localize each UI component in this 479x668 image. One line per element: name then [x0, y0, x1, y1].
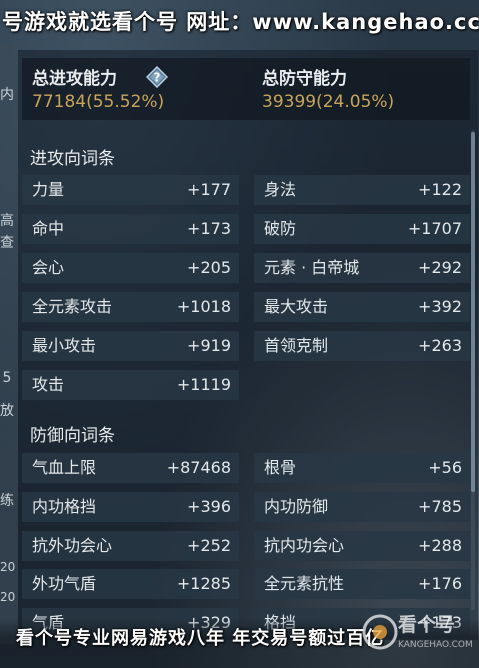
- stat-row: 攻击 +1119: [22, 370, 239, 400]
- logo-url: KANGEHAO.COM: [398, 640, 473, 650]
- bottom-watermark: 看个号专业网易游戏八年 年交易号额过百亿: [16, 628, 385, 649]
- stat-row: 内功防御 +785: [254, 492, 470, 522]
- stat-value: +1018: [176, 297, 231, 316]
- stat-value: +263: [418, 336, 462, 355]
- stat-row: 内功格挡 +396: [22, 492, 239, 522]
- stat-row: 元素 · 白帝城 +292: [254, 253, 470, 283]
- stat-value: +173: [187, 219, 231, 238]
- total-defense-label: 总防守能力: [262, 69, 347, 89]
- stat-row: 力量 +177: [22, 175, 239, 205]
- stat-name: 元素 · 白帝城: [264, 258, 360, 277]
- left-strip-char: 放: [0, 403, 14, 419]
- stat-value: +56: [428, 458, 462, 477]
- stat-value: +252: [187, 536, 231, 555]
- stat-value: +785: [418, 497, 462, 516]
- stat-name: 破防: [264, 219, 297, 238]
- stat-row: 会心 +205: [22, 253, 239, 283]
- total-attack-value: 77184(55.52%): [32, 92, 165, 112]
- stat-row: 破防 +1707: [254, 214, 470, 244]
- scrollbar-thumb[interactable]: [471, 132, 475, 492]
- stat-name: 首领克制: [264, 336, 329, 355]
- stat-name: 最大攻击: [264, 297, 329, 316]
- stat-value: +292: [418, 258, 462, 277]
- left-strip-char: 查: [0, 235, 14, 251]
- stat-row: 全元素抗性 +176: [254, 569, 470, 599]
- stat-name: 气血上限: [32, 458, 97, 477]
- left-strip-char: 5: [2, 370, 12, 386]
- left-strip-char: 20: [0, 590, 16, 604]
- stat-value: +1707: [407, 219, 462, 238]
- stat-value: +205: [187, 258, 231, 277]
- stat-name: 命中: [32, 219, 65, 238]
- stat-value: +919: [187, 336, 231, 355]
- left-strip-char: 20: [0, 560, 16, 574]
- stat-row: 抗外功会心 +252: [22, 531, 239, 561]
- stat-row: 全元素攻击 +1018: [22, 292, 239, 322]
- stat-name: 全元素抗性: [264, 574, 345, 593]
- stat-row: 抗内功会心 +288: [254, 531, 470, 561]
- stat-row: 外功气盾 +1285: [22, 569, 239, 599]
- stat-name: 会心: [32, 258, 65, 277]
- stat-row: 身法 +122: [254, 175, 470, 205]
- stat-row: 首领克制 +263: [254, 331, 470, 361]
- stat-name: 内功格挡: [32, 497, 97, 516]
- stat-value: +392: [418, 297, 462, 316]
- stat-name: 全元素攻击: [32, 297, 113, 316]
- top-watermark: 号游戏就选看个号 网址：www.kangehao.cc: [2, 10, 479, 34]
- attack-section-title: 进攻向词条: [30, 149, 115, 169]
- stat-name: 攻击: [32, 375, 65, 394]
- stat-name: 身法: [264, 180, 297, 199]
- stat-row: 命中 +173: [22, 214, 239, 244]
- stat-name: 抗外功会心: [32, 536, 113, 555]
- stat-value: +176: [418, 574, 462, 593]
- stat-name: 根骨: [264, 458, 297, 477]
- left-side-panel: 内 高 查 5 放 练 20 20: [0, 44, 18, 644]
- stat-value: +1119: [176, 375, 231, 394]
- svg-text:?: ?: [154, 71, 161, 85]
- stat-row: 气血上限 +87468: [22, 453, 239, 483]
- stat-row: 最小攻击 +919: [22, 331, 239, 361]
- question-diamond-icon[interactable]: ?: [146, 66, 168, 88]
- stat-name: 力量: [32, 180, 65, 199]
- total-defense-value: 39399(24.05%): [262, 92, 395, 112]
- stat-value: +122: [418, 180, 462, 199]
- total-attack-label: 总进攻能力: [32, 69, 117, 89]
- stat-name: 最小攻击: [32, 336, 97, 355]
- stat-value: +288: [418, 536, 462, 555]
- stat-value: +87468: [166, 458, 231, 477]
- stat-row: 最大攻击 +392: [254, 292, 470, 322]
- left-strip-char: 高: [0, 213, 14, 229]
- stat-row: 根骨 +56: [254, 453, 470, 483]
- left-strip-char: 练: [0, 493, 14, 509]
- stat-value: +396: [187, 497, 231, 516]
- logo-text: 看个号: [398, 614, 456, 636]
- stat-name: 内功防御: [264, 497, 329, 516]
- stat-name: 外功气盾: [32, 574, 97, 593]
- stat-value: +177: [187, 180, 231, 199]
- stat-value: +1285: [176, 574, 231, 593]
- defense-section-title: 防御向词条: [30, 426, 115, 446]
- stat-name: 抗内功会心: [264, 536, 345, 555]
- left-strip-char: 内: [0, 87, 14, 103]
